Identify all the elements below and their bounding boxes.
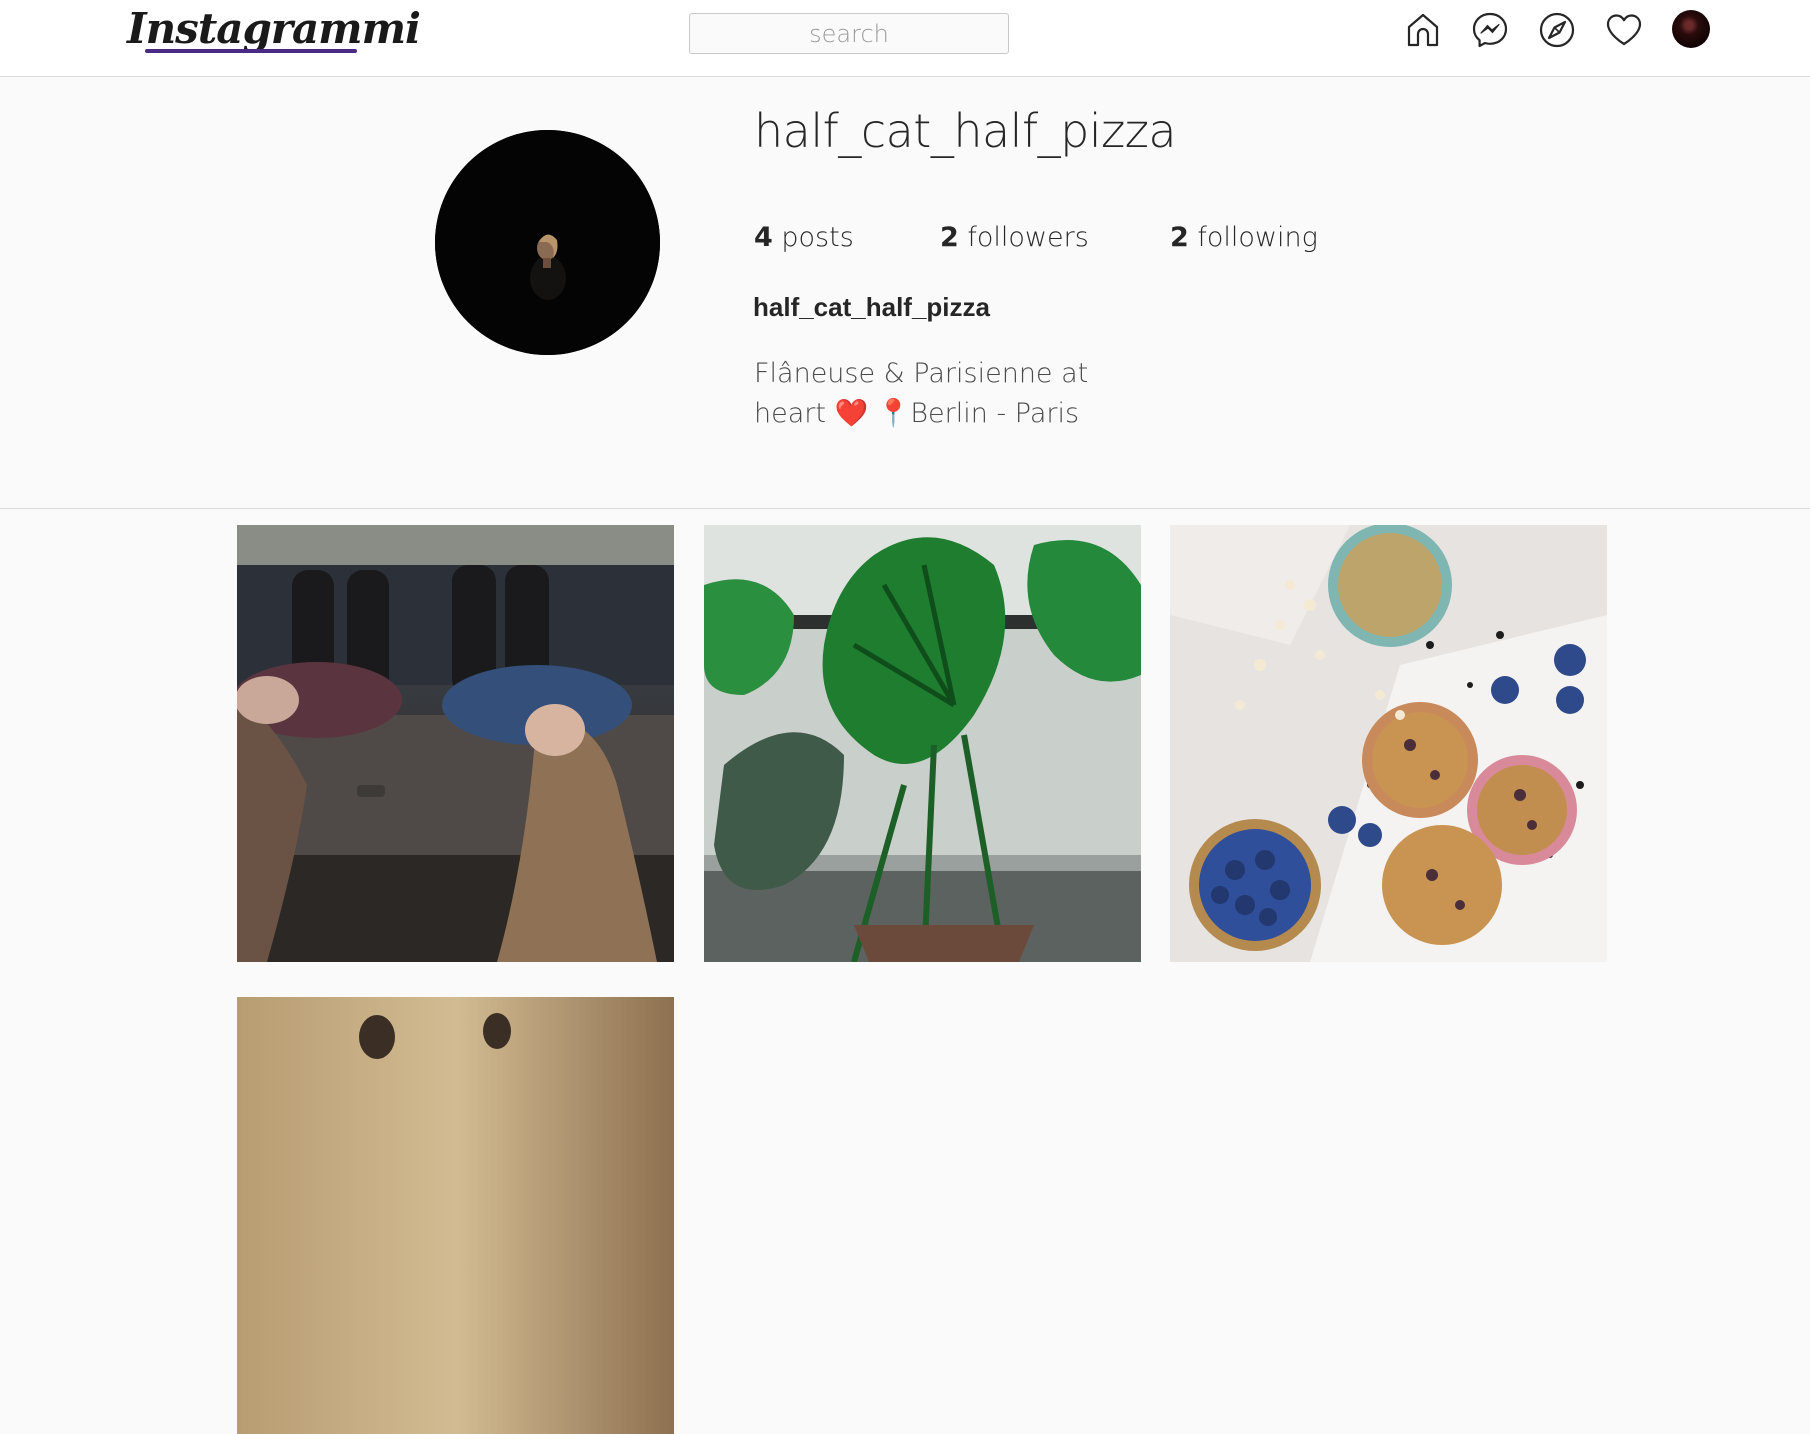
profile-bio: Flâneuse & Parisienne at heart ❤️ 📍Berli… bbox=[754, 354, 1114, 434]
following-count[interactable]: 2 following bbox=[1170, 222, 1318, 253]
post-image-fourth-post bbox=[237, 997, 674, 1434]
messenger-icon[interactable] bbox=[1470, 10, 1510, 50]
post-thumbnail[interactable] bbox=[704, 525, 1141, 962]
section-divider bbox=[0, 508, 1810, 509]
profile-picture-image bbox=[435, 130, 660, 355]
followers-count-label: followers bbox=[967, 222, 1089, 253]
posts-count: 4 posts bbox=[754, 222, 854, 253]
home-icon[interactable] bbox=[1403, 10, 1443, 50]
post-image-two-women-lying-on-truck bbox=[237, 525, 674, 962]
posts-count-value: 4 bbox=[754, 222, 773, 253]
bio-line: heart ❤️ 📍Berlin - Paris bbox=[754, 398, 1080, 429]
logo-text: Instagrammi bbox=[127, 4, 421, 53]
following-count-label: following bbox=[1197, 222, 1318, 253]
app-logo[interactable]: Instagrammi bbox=[127, 2, 421, 72]
compass-icon[interactable] bbox=[1537, 10, 1577, 50]
posts-count-label: posts bbox=[781, 222, 854, 253]
bio-line: Flâneuse & Parisienne at bbox=[754, 358, 1089, 389]
post-thumbnail[interactable] bbox=[1170, 525, 1607, 962]
heart-icon[interactable] bbox=[1604, 10, 1644, 50]
profile-username: half_cat_half_pizza bbox=[754, 104, 1177, 158]
following-count-value: 2 bbox=[1170, 222, 1189, 253]
post-thumbnail[interactable] bbox=[237, 525, 674, 962]
profile-avatar[interactable] bbox=[1672, 10, 1710, 48]
search-input[interactable] bbox=[689, 13, 1009, 54]
post-thumbnail[interactable] bbox=[237, 997, 674, 1434]
post-image-blueberry-muffins-and-tea bbox=[1170, 525, 1607, 962]
logo-underline bbox=[145, 49, 357, 53]
post-image-monstera-plant bbox=[704, 525, 1141, 962]
profile-picture bbox=[435, 130, 660, 355]
top-navigation-bar: Instagrammi bbox=[0, 0, 1810, 77]
profile-full-name: half_cat_half_pizza bbox=[753, 292, 990, 322]
followers-count-value: 2 bbox=[940, 222, 959, 253]
followers-count[interactable]: 2 followers bbox=[940, 222, 1089, 253]
